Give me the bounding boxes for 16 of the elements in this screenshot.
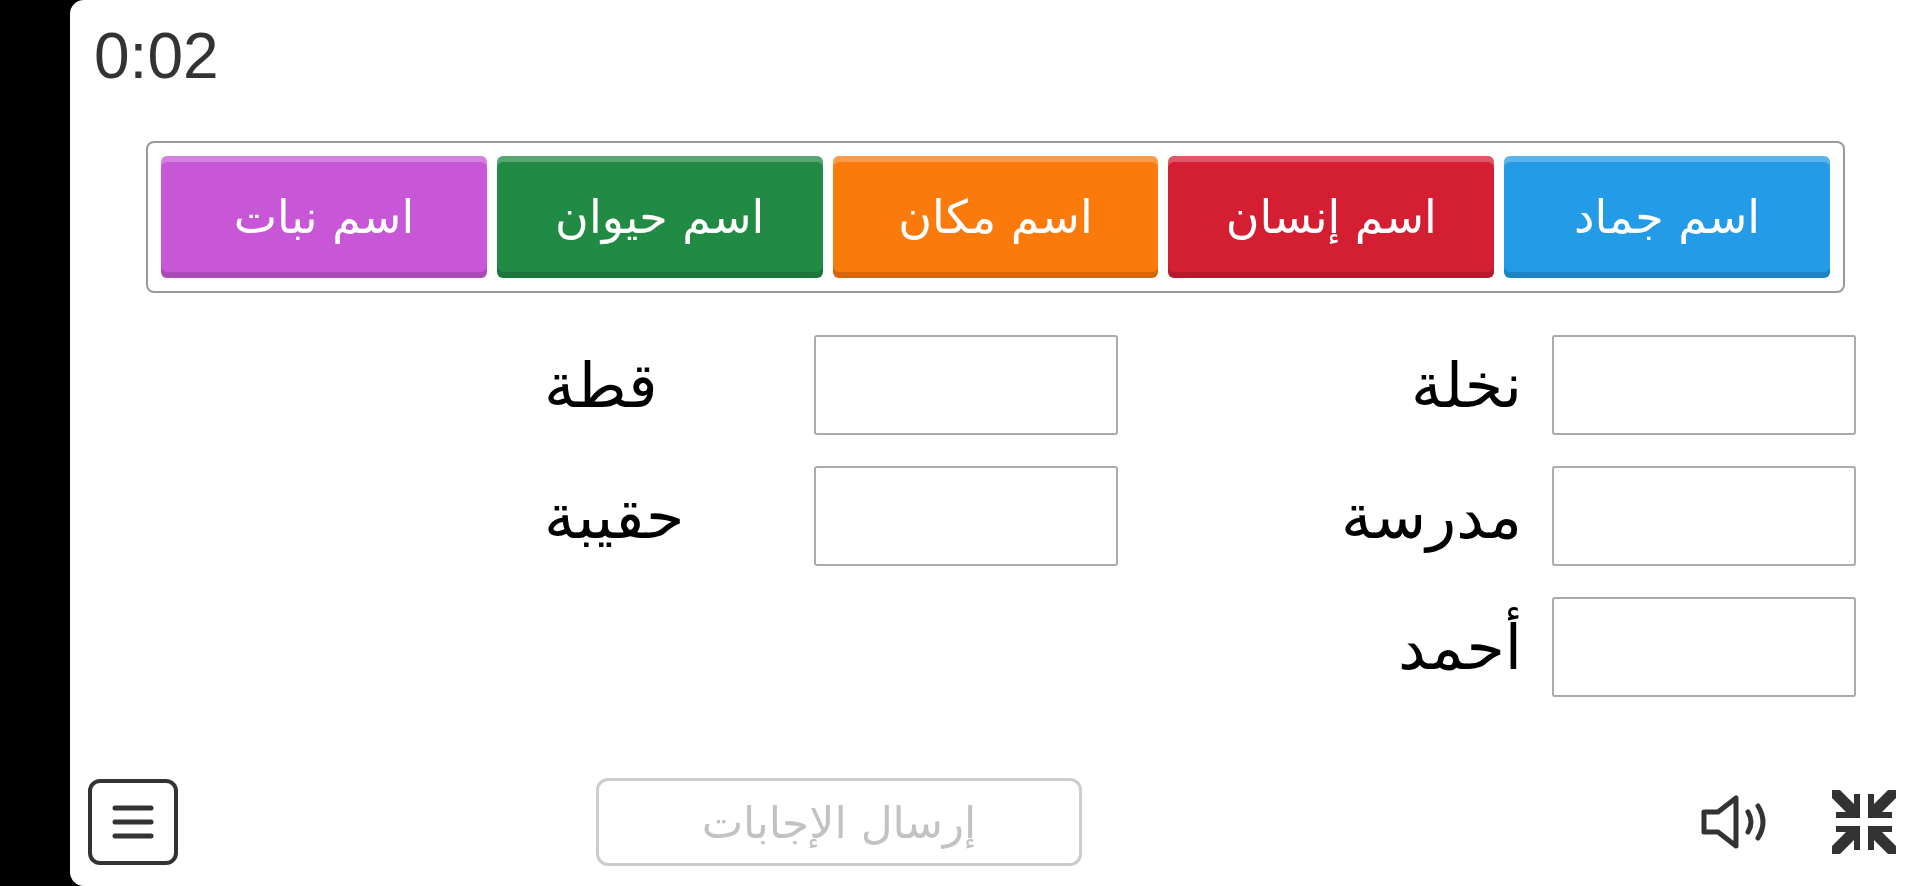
category-button[interactable]: اسم مكان — [832, 156, 1159, 278]
answer-word: مدرسة — [1340, 479, 1522, 553]
answer-box[interactable] — [1552, 597, 1856, 697]
answer-box[interactable] — [814, 335, 1118, 435]
answer-word: قطة — [544, 348, 659, 422]
answer-box[interactable] — [1552, 466, 1856, 566]
menu-button[interactable] — [88, 779, 178, 865]
answer-box[interactable] — [814, 466, 1118, 566]
answer-word: نخلة — [1409, 348, 1522, 422]
category-button[interactable]: اسم جماد — [1504, 156, 1830, 278]
category-button[interactable]: اسم حيوان — [496, 156, 823, 278]
answer-word: حقيبة — [544, 479, 686, 553]
category-button[interactable]: اسم نبات — [161, 156, 487, 278]
category-button[interactable]: اسم إنسان — [1168, 156, 1495, 278]
timer: 0:02 — [94, 19, 219, 94]
answer-box[interactable] — [1552, 335, 1856, 435]
